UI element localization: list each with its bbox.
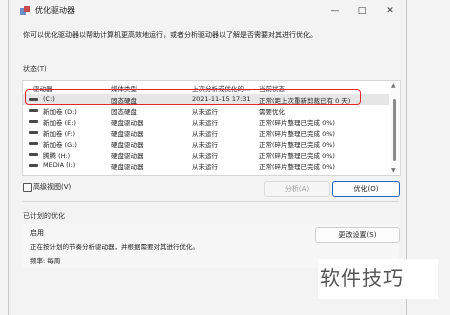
maximize-button[interactable]: □ [350,3,374,19]
media-type: 硬盘驱动器 [111,130,144,138]
status-label: 状态(T) [23,65,47,73]
drive-status: 正常(碎片整理已完成 0%) [259,141,335,149]
scroll-up-icon[interactable]: ▲ [391,82,396,89]
selection-highlight-box [25,89,361,105]
scroll-down-icon[interactable]: ▼ [391,167,396,174]
drive-icon [29,120,38,123]
media-type: 硬盘驱动器 [111,163,144,171]
minimize-button[interactable]: — [323,3,347,19]
section-divider [22,201,399,202]
table-row[interactable]: 新加卷 (G:) 硬盘驱动器 从未运行 正常(碎片整理已完成 0%) [23,138,389,149]
schedule-info: 正在按计划的节奏分析驱动器，并根据需要对其进行优化。 [30,243,199,251]
drive-icon [29,131,38,134]
table-row[interactable]: MEDIA (I:) 硬盘驱动器 从未运行 正常(碎片整理已完成 0%) [23,160,389,171]
optimize-drives-app-icon [20,6,30,15]
drive-icon [29,109,38,112]
last-run: 从未运行 [192,163,218,171]
table-row[interactable]: 新加卷 (E:) 硬盘驱动器 从未运行 正常(碎片整理已完成 0%) [23,116,389,127]
media-type: 硬盘驱动器 [111,141,144,149]
drive-status: 正常(碎片整理已完成 0%) [259,119,335,127]
drive-status: 正常(碎片整理已完成 0%) [259,152,335,160]
optimize-button[interactable]: 优化(O) [332,181,400,197]
table-row[interactable]: 腾腾 (H:) 硬盘驱动器 从未运行 正常(碎片整理已完成 0%) [23,149,389,160]
advanced-view-checkbox[interactable] [23,183,32,192]
watermark-text: 软件技巧 [320,266,404,290]
last-run: 从未运行 [192,119,218,127]
drive-name: 新加卷 (G:) [43,141,77,149]
analyze-button[interactable]: 分析(A) [264,181,330,197]
drive-name: 新加卷 (F:) [43,130,76,138]
description-text: 你可以优化驱动器以帮助计算机更高效地运行，或者分析驱动器以了解是否需要对其进行优… [23,31,317,39]
media-type: 固态硬盘 [111,108,137,116]
media-type: 硬盘驱动器 [111,152,144,160]
drive-status: 需要优化 [259,108,285,116]
schedule-frequency: 频率: 每周 [30,257,61,265]
last-run: 从未运行 [192,108,218,116]
scheduled-optimization-label: 已计划的优化 [23,212,65,220]
schedule-state: 启用 [30,229,44,237]
drive-status: 正常(碎片整理已完成 0%) [259,130,335,138]
advanced-view-label[interactable]: 高级视图(V) [33,182,71,192]
title-bar: 优化驱动器 — □ ✕ [9,0,406,22]
drive-status: 正常(碎片整理已完成 0%) [259,163,335,171]
table-row[interactable]: 新加卷 (D:) 固态硬盘 从未运行 需要优化 [23,105,389,116]
drive-name: 腾腾 (H:) [43,152,71,160]
media-type: 硬盘驱动器 [111,119,144,127]
window-title: 优化驱动器 [35,6,75,15]
last-run: 从未运行 [192,152,218,160]
drive-icon [29,153,38,156]
last-run: 从未运行 [192,130,218,138]
table-scrollbar[interactable]: ▲ ▼ [390,81,400,175]
scrollbar-thumb[interactable] [393,99,396,161]
drive-name: 新加卷 (D:) [43,108,77,116]
drive-name: 新加卷 (E:) [43,119,76,127]
close-button[interactable]: ✕ [378,3,402,19]
change-settings-button[interactable]: 更改设置(S) [315,227,400,243]
drive-icon [29,164,38,167]
last-run: 从未运行 [192,141,218,149]
drive-icon [29,142,38,145]
table-row[interactable]: 新加卷 (F:) 硬盘驱动器 从未运行 正常(碎片整理已完成 0%) [23,127,389,138]
drive-name: MEDIA (I:) [43,161,76,169]
